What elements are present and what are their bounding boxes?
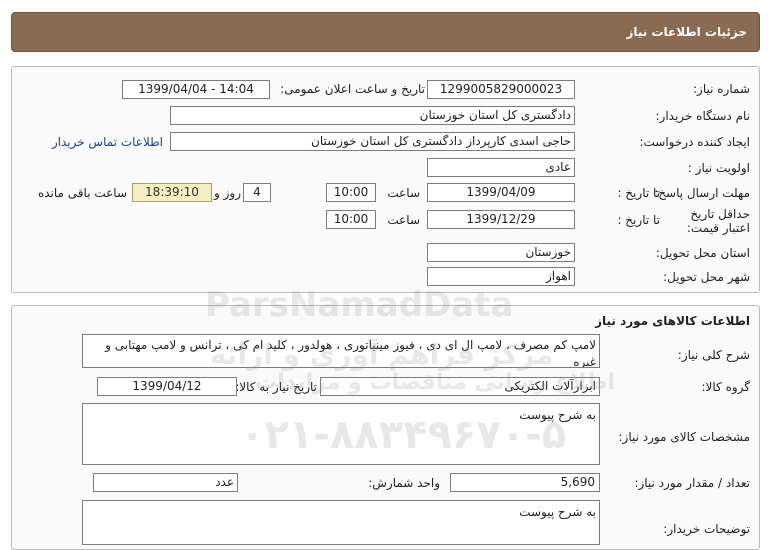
- buyer-notes-label: توضیحات خریدار:: [663, 522, 750, 536]
- deadline-label: مهلت ارسال پاسخ:: [654, 186, 750, 200]
- unit-field[interactable]: عدد: [93, 473, 238, 492]
- deadline-time-label: ساعت: [387, 186, 420, 200]
- priority-field[interactable]: عادی: [427, 158, 575, 177]
- city-label: شهر محل تحویل:: [663, 270, 750, 284]
- buyer-org-field[interactable]: دادگستری کل استان خوزستان: [170, 106, 575, 125]
- creator-label: ایجاد کننده درخواست:: [639, 135, 750, 149]
- province-label: استان محل تحویل:: [655, 246, 750, 260]
- goods-group-label: گروه کالا:: [701, 380, 751, 394]
- remaining-time-label: ساعت باقی مانده: [37, 186, 127, 200]
- description-field[interactable]: لامپ کم مصرف ، لامپ ال ای دی ، فیوز مینی…: [82, 334, 600, 368]
- validity-date-field[interactable]: 1399/12/29: [427, 210, 575, 229]
- price-validity-label: حداقل تاریخ اعتبار قیمت:: [686, 207, 750, 235]
- need-number-field[interactable]: 1299005829000023: [427, 80, 575, 99]
- deadline-date-field[interactable]: 1399/04/09: [427, 183, 575, 202]
- announce-datetime-label: تاریخ و ساعت اعلان عمومی:: [280, 82, 425, 96]
- need-date-field[interactable]: 1399/04/12: [97, 377, 237, 396]
- quantity-label: تعداد / مقدار مورد نیاز:: [634, 476, 750, 490]
- priority-label: اولویت نیاز :: [687, 161, 750, 175]
- remaining-time-field: 18:39:10: [132, 183, 212, 202]
- validity-time-label: ساعت: [387, 213, 420, 227]
- unit-label: واحد شمارش:: [368, 476, 440, 490]
- deadline-time-field[interactable]: 10:00: [326, 183, 376, 202]
- buyer-contact-link[interactable]: اطلاعات تماس خریدار: [20, 135, 163, 149]
- buyer-org-label: نام دستگاه خریدار:: [655, 109, 751, 123]
- province-field[interactable]: خوزستان: [427, 243, 575, 262]
- remaining-days-field[interactable]: 4: [243, 183, 271, 202]
- goods-section-title: اطلاعات کالاهای مورد نیاز: [595, 314, 750, 328]
- page-header: جزئیات اطلاعات نیاز: [11, 12, 760, 52]
- announce-datetime-field[interactable]: 1399/04/04 - 14:04: [122, 80, 270, 99]
- validity-time-field[interactable]: 10:00: [326, 210, 376, 229]
- quantity-field[interactable]: 5,690: [450, 473, 600, 492]
- specs-label: مشخصات کالای مورد نیاز:: [618, 430, 750, 444]
- buyer-notes-field[interactable]: به شرح پیوست: [82, 500, 600, 545]
- specs-field[interactable]: به شرح پیوست: [82, 403, 600, 465]
- validity-until-label: تا تاریخ :: [617, 213, 660, 227]
- description-label: شرح کلی نیاز:: [677, 348, 750, 362]
- deadline-until-label: تا تاریخ :: [617, 186, 660, 200]
- goods-group-field[interactable]: ابزارآلات الکتریکی: [320, 377, 600, 396]
- days-label: روز و: [214, 186, 241, 200]
- city-field[interactable]: اهواز: [427, 267, 575, 286]
- creator-field[interactable]: حاجی اسدی کارپرداز دادگستری کل استان خوز…: [170, 132, 575, 151]
- need-number-label: شماره نیاز:: [693, 82, 750, 96]
- need-date-label: تاریخ نیاز به کالا:: [235, 380, 317, 394]
